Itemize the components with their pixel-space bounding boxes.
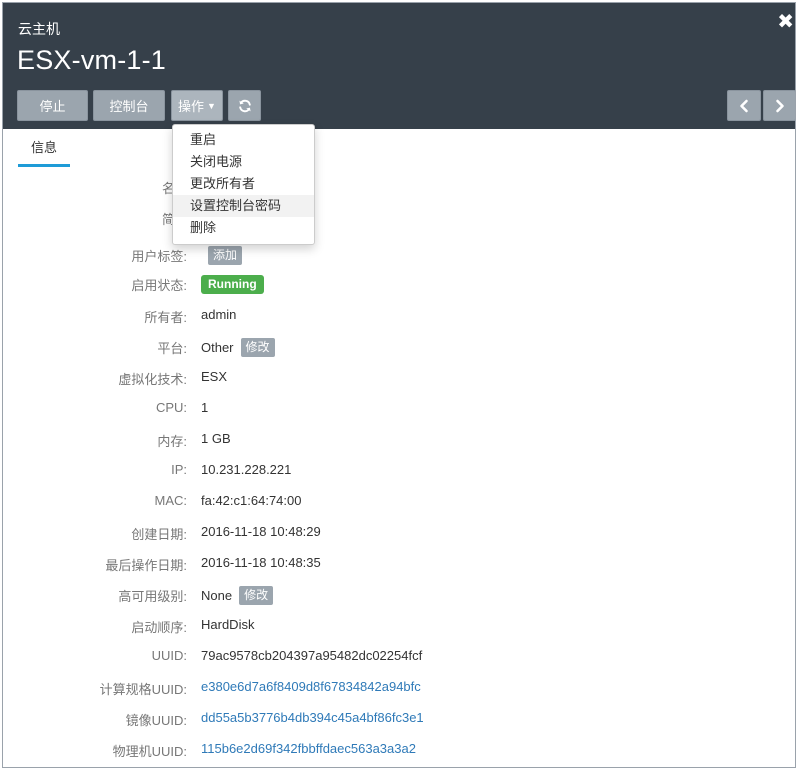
edit-platform-button[interactable]: 修改 — [240, 338, 275, 357]
created-label: 创建日期: — [131, 527, 187, 542]
menu-item-change-owner[interactable]: 更改所有者 — [173, 173, 314, 195]
platform-value: Other 修改 — [201, 338, 275, 357]
detail-row-ha-level: 高可用级别: None 修改 — [3, 586, 793, 606]
tab-info[interactable]: 信息 — [18, 137, 70, 167]
next-button[interactable] — [763, 90, 795, 121]
boot-order-value: HardDisk — [201, 617, 255, 632]
chevron-right-icon — [774, 99, 786, 113]
detail-row-cpu: CPU: 1 — [3, 400, 793, 420]
offering-uuid-link[interactable]: e380e6d7a6f8409d8f67834842a94bfc — [201, 679, 421, 694]
uuid-label: UUID: — [151, 648, 187, 663]
vm-detail-panel: 云主机 ESX-vm-1-1 ✖ 停止 控制台 操作 ▼ 信息 名 简 用户标签… — [2, 2, 796, 768]
operations-button-label: 操作 — [178, 99, 205, 114]
caret-down-icon: ▼ — [207, 100, 216, 111]
image-uuid-link[interactable]: dd55a5b3776b4db394c45a4bf86fc3e1 — [201, 710, 424, 725]
mac-value: fa:42:c1:64:74:00 — [201, 493, 302, 508]
panel-subtitle: 云主机 — [18, 21, 60, 37]
detail-row-platform: 平台: Other 修改 — [3, 338, 793, 358]
memory-label: 内存: — [157, 434, 187, 449]
last-op-label: 最后操作日期: — [105, 558, 187, 573]
add-tag-button[interactable]: 添加 — [208, 246, 243, 265]
previous-button[interactable] — [727, 90, 761, 121]
operations-dropdown-menu: 重启 关闭电源 更改所有者 设置控制台密码 删除 — [172, 124, 315, 245]
host-uuid-link[interactable]: 115b6e2d69f342fbbffdaec563a3a3a2 — [201, 741, 416, 756]
offering-uuid-label: 计算规格UUID: — [99, 682, 187, 697]
detail-row-mac: MAC: fa:42:c1:64:74:00 — [3, 493, 793, 513]
cpu-value: 1 — [201, 400, 209, 415]
ip-value: 10.231.228.221 — [201, 462, 292, 477]
detail-row-boot-order: 启动顺序: HardDisk — [3, 617, 793, 637]
header-bar: 云主机 ESX-vm-1-1 ✖ 停止 控制台 操作 ▼ — [3, 3, 795, 129]
hypervisor-label: 虚拟化技术: — [118, 372, 187, 387]
menu-item-delete[interactable]: 删除 — [173, 217, 314, 239]
console-button[interactable]: 控制台 — [93, 90, 165, 121]
chevron-left-icon — [738, 99, 750, 113]
menu-item-reboot[interactable]: 重启 — [173, 129, 314, 151]
user-tags-value: 添加 — [201, 246, 243, 265]
detail-row-owner: 所有者: admin — [3, 307, 793, 327]
boot-order-label: 启动顺序: — [131, 620, 187, 635]
refresh-icon — [238, 99, 252, 113]
edit-ha-level-button[interactable]: 修改 — [239, 586, 274, 605]
state-label: 启用状态: — [131, 278, 187, 293]
last-op-value: 2016-11-18 10:48:35 — [201, 555, 321, 570]
detail-row-created: 创建日期: 2016-11-18 10:48:29 — [3, 524, 793, 544]
page-title: ESX-vm-1-1 — [17, 45, 167, 75]
stop-button[interactable]: 停止 — [17, 90, 88, 121]
detail-row-uuid: UUID: 79ac9578cb204397a95482dc02254fcf — [3, 648, 793, 668]
menu-item-power-off[interactable]: 关闭电源 — [173, 151, 314, 173]
status-badge: Running — [201, 275, 264, 294]
hypervisor-value: ESX — [201, 369, 228, 384]
detail-row-host-uuid: 物理机UUID: 115b6e2d69f342fbbffdaec563a3a3a… — [3, 741, 793, 761]
detail-row-memory: 内存: 1 GB — [3, 431, 793, 451]
detail-row-ip: IP: 10.231.228.221 — [3, 462, 793, 482]
owner-label: 所有者: — [144, 310, 187, 325]
detail-row-offering-uuid: 计算规格UUID: e380e6d7a6f8409d8f67834842a94b… — [3, 679, 793, 699]
image-uuid-label: 镜像UUID: — [125, 713, 187, 728]
refresh-button[interactable] — [228, 90, 261, 121]
memory-value: 1 GB — [201, 431, 231, 446]
menu-item-set-console-password[interactable]: 设置控制台密码 — [173, 195, 314, 217]
created-value: 2016-11-18 10:48:29 — [201, 524, 321, 539]
ip-label: IP: — [171, 462, 187, 477]
ha-level-label: 高可用级别: — [118, 589, 187, 604]
detail-row-description: 简 — [3, 209, 793, 229]
owner-value: admin — [201, 307, 237, 322]
detail-row-state: 启用状态: Running — [3, 275, 793, 295]
close-icon[interactable]: ✖ — [777, 12, 794, 32]
cpu-label: CPU: — [155, 400, 187, 415]
detail-row-hypervisor: 虚拟化技术: ESX — [3, 369, 793, 389]
ha-level-text: None — [201, 588, 233, 603]
ha-level-value: None 修改 — [201, 586, 274, 605]
platform-label: 平台: — [157, 341, 187, 356]
host-uuid-label: 物理机UUID: — [112, 744, 187, 759]
platform-text: Other — [201, 340, 234, 355]
detail-row-user-tags: 用户标签: 添加 — [3, 246, 793, 266]
state-value: Running — [201, 275, 264, 294]
operations-button[interactable]: 操作 ▼ — [171, 90, 223, 121]
detail-row-image-uuid: 镜像UUID: dd55a5b3776b4db394c45a4bf86fc3e1 — [3, 710, 793, 730]
uuid-value: 79ac9578cb204397a95482dc02254fcf — [201, 648, 423, 663]
detail-row-last-op: 最后操作日期: 2016-11-18 10:48:35 — [3, 555, 793, 575]
mac-label: MAC: — [154, 493, 188, 508]
user-tags-label: 用户标签: — [131, 249, 187, 264]
detail-row-name: 名 — [3, 178, 793, 198]
